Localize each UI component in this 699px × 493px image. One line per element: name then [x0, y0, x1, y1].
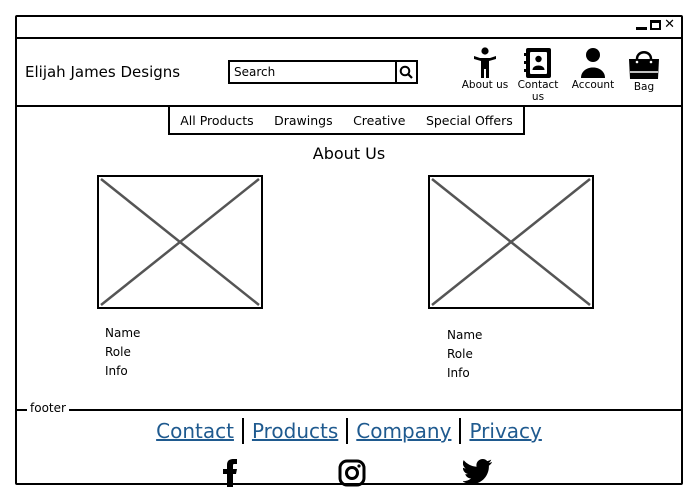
profile-info: Info: [447, 366, 470, 380]
site-header: Elijah James Designs About us: [17, 39, 681, 107]
instagram-link[interactable]: [338, 459, 366, 491]
footer-links: Contact Products Company Privacy: [17, 417, 681, 444]
about-us-label: About us: [461, 79, 509, 91]
about-us-link[interactable]: About us: [461, 47, 509, 91]
footer: footer Contact Products Company Privacy: [17, 401, 681, 487]
profile-role: Role: [447, 347, 473, 361]
maximize-button[interactable]: [650, 20, 661, 30]
twitter-icon: [461, 459, 492, 484]
category-menu: All Products Drawings Creative Special O…: [168, 105, 525, 135]
contact-us-link[interactable]: Contact us: [510, 47, 566, 103]
page-title: About Us: [312, 144, 386, 163]
search-box: [228, 60, 418, 84]
profile-role: Role: [105, 345, 131, 359]
profile-image-placeholder: [428, 175, 594, 309]
profile-card-text: Name Role Info: [447, 326, 482, 383]
profile-card-text: Name Role Info: [105, 324, 140, 381]
facebook-link[interactable]: [221, 459, 239, 491]
user-icon: [581, 48, 605, 78]
minimize-button[interactable]: [636, 20, 647, 31]
search-input[interactable]: [230, 62, 395, 82]
account-link[interactable]: Account: [569, 47, 617, 91]
profile-info: Info: [105, 364, 128, 378]
menu-item-creative[interactable]: Creative: [353, 113, 405, 128]
browser-window: ✕ Elijah James Designs About us: [15, 15, 683, 487]
instagram-icon: [338, 459, 366, 487]
profile-image-placeholder: [97, 175, 263, 309]
search-button[interactable]: [394, 62, 416, 82]
search-icon: [400, 65, 414, 79]
menu-item-drawings[interactable]: Drawings: [274, 113, 333, 128]
footer-link-contact[interactable]: Contact: [148, 419, 242, 443]
facebook-icon: [223, 459, 237, 487]
profile-name: Name: [447, 328, 483, 342]
footer-link-products[interactable]: Products: [244, 419, 346, 443]
title-bar: ✕: [17, 17, 681, 39]
account-label: Account: [571, 79, 615, 91]
close-button[interactable]: ✕: [664, 18, 675, 32]
menu-item-special-offers[interactable]: Special Offers: [426, 113, 513, 128]
brand-name[interactable]: Elijah James Designs: [25, 63, 180, 81]
menu-item-all-products[interactable]: All Products: [180, 113, 253, 128]
twitter-link[interactable]: [461, 459, 493, 489]
footer-link-company[interactable]: Company: [348, 419, 459, 443]
profile-name: Name: [105, 326, 141, 340]
footer-label: footer: [27, 401, 69, 415]
contact-book-icon: [524, 48, 551, 78]
shopping-bag-icon: [629, 51, 659, 79]
footer-link-privacy[interactable]: Privacy: [461, 419, 549, 443]
contact-us-label: Contact us: [517, 79, 559, 103]
bag-label: Bag: [633, 81, 655, 93]
person-icon: [474, 47, 496, 78]
bag-link[interactable]: Bag: [621, 47, 667, 93]
